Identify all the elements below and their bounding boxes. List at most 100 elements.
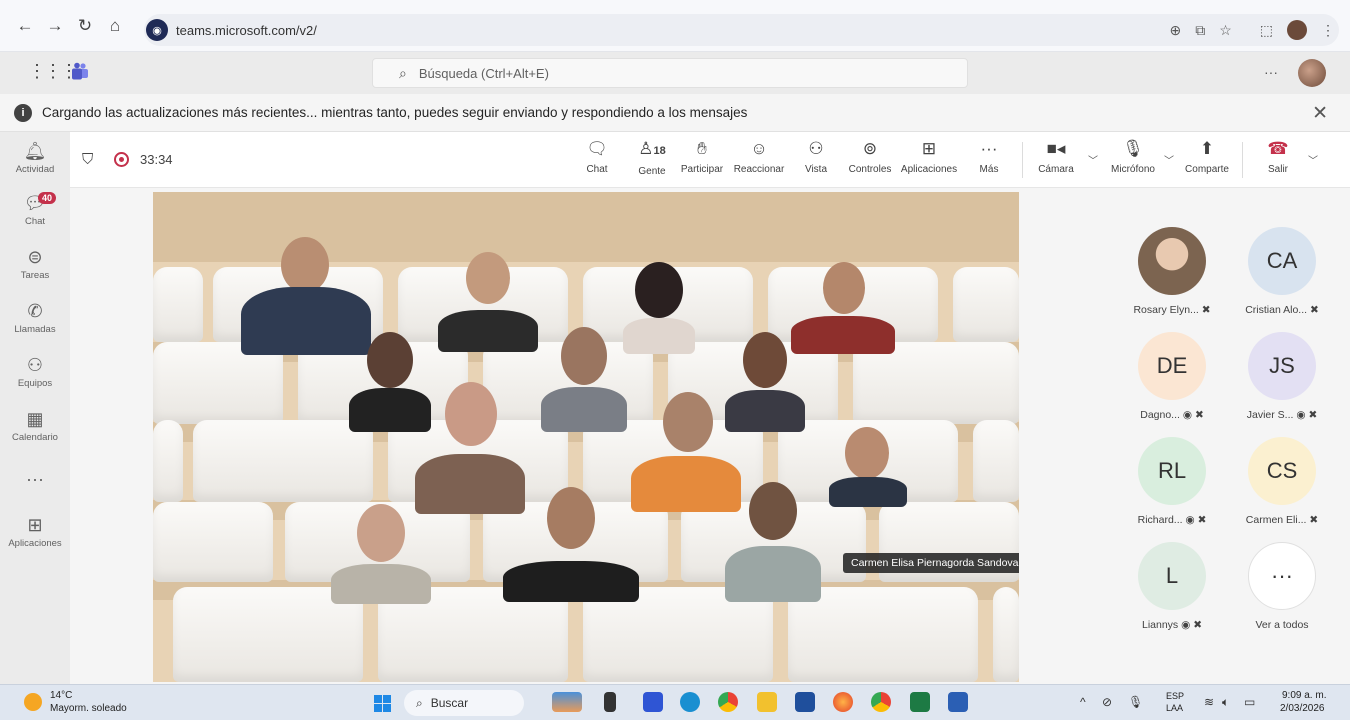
weather-description[interactable]: Mayorm. soleado — [50, 703, 127, 714]
participant-tile[interactable]: CS Carmen Eli... ✖ — [1230, 437, 1334, 526]
extensions-icon[interactable]: ⬚ — [1260, 22, 1273, 39]
file-explorer-icon[interactable] — [757, 692, 777, 712]
rail-item-tareas[interactable]: ⊜ Tareas — [0, 246, 70, 281]
participant-tile[interactable]: CA Cristian Alo... ✖ — [1230, 227, 1334, 316]
rail-item-more[interactable]: ··· — [0, 468, 70, 490]
participant-tile[interactable]: JS Javier S... ◉ ✖ — [1230, 332, 1334, 421]
close-icon[interactable]: ✕ — [1312, 102, 1328, 125]
user-avatar[interactable] — [1298, 59, 1326, 87]
people-button[interactable]: ♙18 Gente — [630, 138, 674, 182]
excel-app-icon[interactable] — [910, 692, 930, 712]
taskbar-search[interactable]: ⌕ Buscar — [404, 690, 524, 716]
apps-label: Aplicaciones — [900, 164, 958, 175]
participant-video[interactable] — [541, 327, 627, 432]
clock-time[interactable]: 9:09 a. m. — [1282, 690, 1326, 701]
mic-button[interactable]: 🎙︎ Micrófono — [1108, 138, 1158, 182]
participant-video[interactable] — [829, 427, 907, 507]
zoom-icon[interactable]: ⊕ — [1169, 22, 1181, 39]
see-all-button[interactable]: ··· Ver a todos — [1230, 542, 1334, 631]
participant-video[interactable] — [791, 262, 895, 354]
store-app-icon[interactable] — [795, 692, 815, 712]
chevron-down-icon[interactable]: ﹀ — [1308, 152, 1318, 167]
participant-tile[interactable]: Rosary Elyn... ✖ — [1120, 227, 1224, 316]
participant-video[interactable] — [503, 487, 639, 602]
back-icon[interactable]: ← — [12, 13, 38, 39]
wifi-icon[interactable]: ≋ — [1204, 695, 1214, 709]
word-app-icon[interactable] — [948, 692, 968, 712]
task-view-icon[interactable] — [604, 692, 616, 712]
participant-video[interactable] — [331, 504, 431, 604]
teams-header: ⋮⋮⋮ ⌕ Búsqueda (Ctrl+Alt+E) ··· — [0, 52, 1350, 94]
rail-item-actividad[interactable]: 🔔︎ Actividad — [0, 140, 70, 175]
share-button[interactable]: ⬆ Comparte — [1184, 138, 1230, 182]
leave-button[interactable]: ☎ Salir — [1260, 138, 1296, 182]
rail-label: Calendario — [12, 432, 58, 443]
search-input[interactable]: ⌕ Búsqueda (Ctrl+Alt+E) — [372, 58, 968, 88]
rail-item-equipos[interactable]: ⚇ Equipos — [0, 354, 70, 389]
language-indicator[interactable]: ESP — [1166, 691, 1184, 701]
address-bar[interactable]: ◉ teams.microsoft.com/v2/ ⊕ ⧉ ☆ ⬚ ⋮ — [144, 14, 1339, 46]
reload-icon[interactable]: ↻ — [72, 13, 98, 39]
clock-date[interactable]: 2/03/2026 — [1280, 703, 1325, 714]
react-button[interactable]: ☺ Reaccionar — [732, 138, 786, 182]
chat-button[interactable]: 🗨︎ Chat — [580, 138, 614, 182]
controls-button[interactable]: ⊚ Controles — [844, 138, 896, 182]
chevron-down-icon[interactable]: ﹀ — [1088, 152, 1098, 167]
rail-item-aplicaciones[interactable]: ⊞ Aplicaciones — [0, 514, 70, 549]
participant-video[interactable] — [623, 262, 695, 354]
apps-button[interactable]: ⊞ Aplicaciones — [900, 138, 958, 182]
participant-tile[interactable]: L Liannys ◉ ✖ — [1120, 542, 1224, 631]
speaker-icon[interactable]: 🔈︎ — [1222, 695, 1229, 710]
camera-button[interactable]: ■◂ Cámara — [1036, 138, 1076, 182]
firefox-browser-icon[interactable] — [833, 692, 853, 712]
widgets-app-icon[interactable] — [552, 692, 582, 712]
rail-item-llamadas[interactable]: ✆ Llamadas — [0, 300, 70, 335]
more-button[interactable]: ··· Más — [974, 138, 1004, 182]
info-icon: i — [14, 103, 32, 122]
profile-avatar[interactable] — [1287, 20, 1307, 40]
search-icon: ⌕ — [416, 695, 423, 710]
chat-icon: 💬︎ — [23, 193, 47, 213]
teams-logo-icon[interactable] — [70, 62, 90, 82]
participant-video[interactable] — [438, 252, 538, 352]
participant-video[interactable] — [725, 482, 821, 602]
microphone-icon[interactable]: 🎙︎ — [1128, 695, 1143, 709]
participant-name: Richard... — [1137, 514, 1183, 526]
location-icon[interactable]: ⊘ — [1102, 695, 1112, 709]
recording-icon — [114, 152, 129, 167]
chrome-browser-icon[interactable] — [718, 692, 738, 712]
chrome-profile-icon[interactable] — [871, 692, 891, 712]
more-options-icon[interactable]: ··· — [1264, 64, 1278, 80]
microphone-icon: 🎙︎ — [1122, 139, 1144, 158]
battery-icon[interactable]: ▭ — [1244, 695, 1255, 709]
chevron-down-icon[interactable]: ﹀ — [1164, 152, 1174, 167]
participant-video[interactable] — [725, 332, 805, 432]
zoom-app-icon[interactable] — [643, 692, 663, 712]
install-app-icon[interactable]: ⧉ — [1195, 22, 1205, 39]
weather-sun-icon[interactable] — [24, 693, 42, 711]
chevron-up-icon[interactable]: ^ — [1080, 695, 1086, 709]
edge-browser-icon[interactable] — [680, 692, 700, 712]
participant-tile[interactable]: RL Richard... ◉ ✖ — [1120, 437, 1224, 526]
browser-menu-icon[interactable]: ⋮ — [1321, 22, 1335, 39]
rail-item-calendario[interactable]: ▦ Calendario — [0, 408, 70, 443]
windows-start-icon[interactable] — [374, 695, 391, 712]
raise-hand-button[interactable]: ✋︎ Participar — [678, 138, 726, 182]
participant-tile[interactable]: DE Dagno... ◉ ✖ — [1120, 332, 1224, 421]
avatar-initials: DE — [1156, 353, 1188, 378]
app-launcher-icon[interactable]: ⋮⋮⋮ — [28, 61, 78, 82]
weather-temperature[interactable]: 14°C — [50, 690, 72, 701]
hang-up-icon: ☎ — [1267, 139, 1289, 158]
together-mode-stage: Carmen Elisa Piernagorda Sandoval ✕ — [153, 192, 1019, 682]
keyboard-layout-indicator[interactable]: LAA — [1166, 703, 1183, 713]
view-button[interactable]: ⚇ Vista — [798, 138, 834, 182]
forward-icon[interactable]: → — [42, 13, 68, 39]
participant-video[interactable] — [241, 237, 371, 355]
home-icon[interactable]: ⌂ — [102, 13, 128, 39]
rail-item-chat[interactable]: 💬︎ 40 Chat — [0, 192, 70, 227]
participant-video[interactable] — [631, 392, 741, 512]
participant-video[interactable] — [415, 382, 525, 514]
bookmark-star-icon[interactable]: ☆ — [1219, 22, 1232, 39]
meeting-window: ⛉ 33:34 🗨︎ Chat ♙18 Gente ✋︎ Participar … — [70, 132, 1350, 684]
more-icon: ··· — [1248, 542, 1316, 610]
